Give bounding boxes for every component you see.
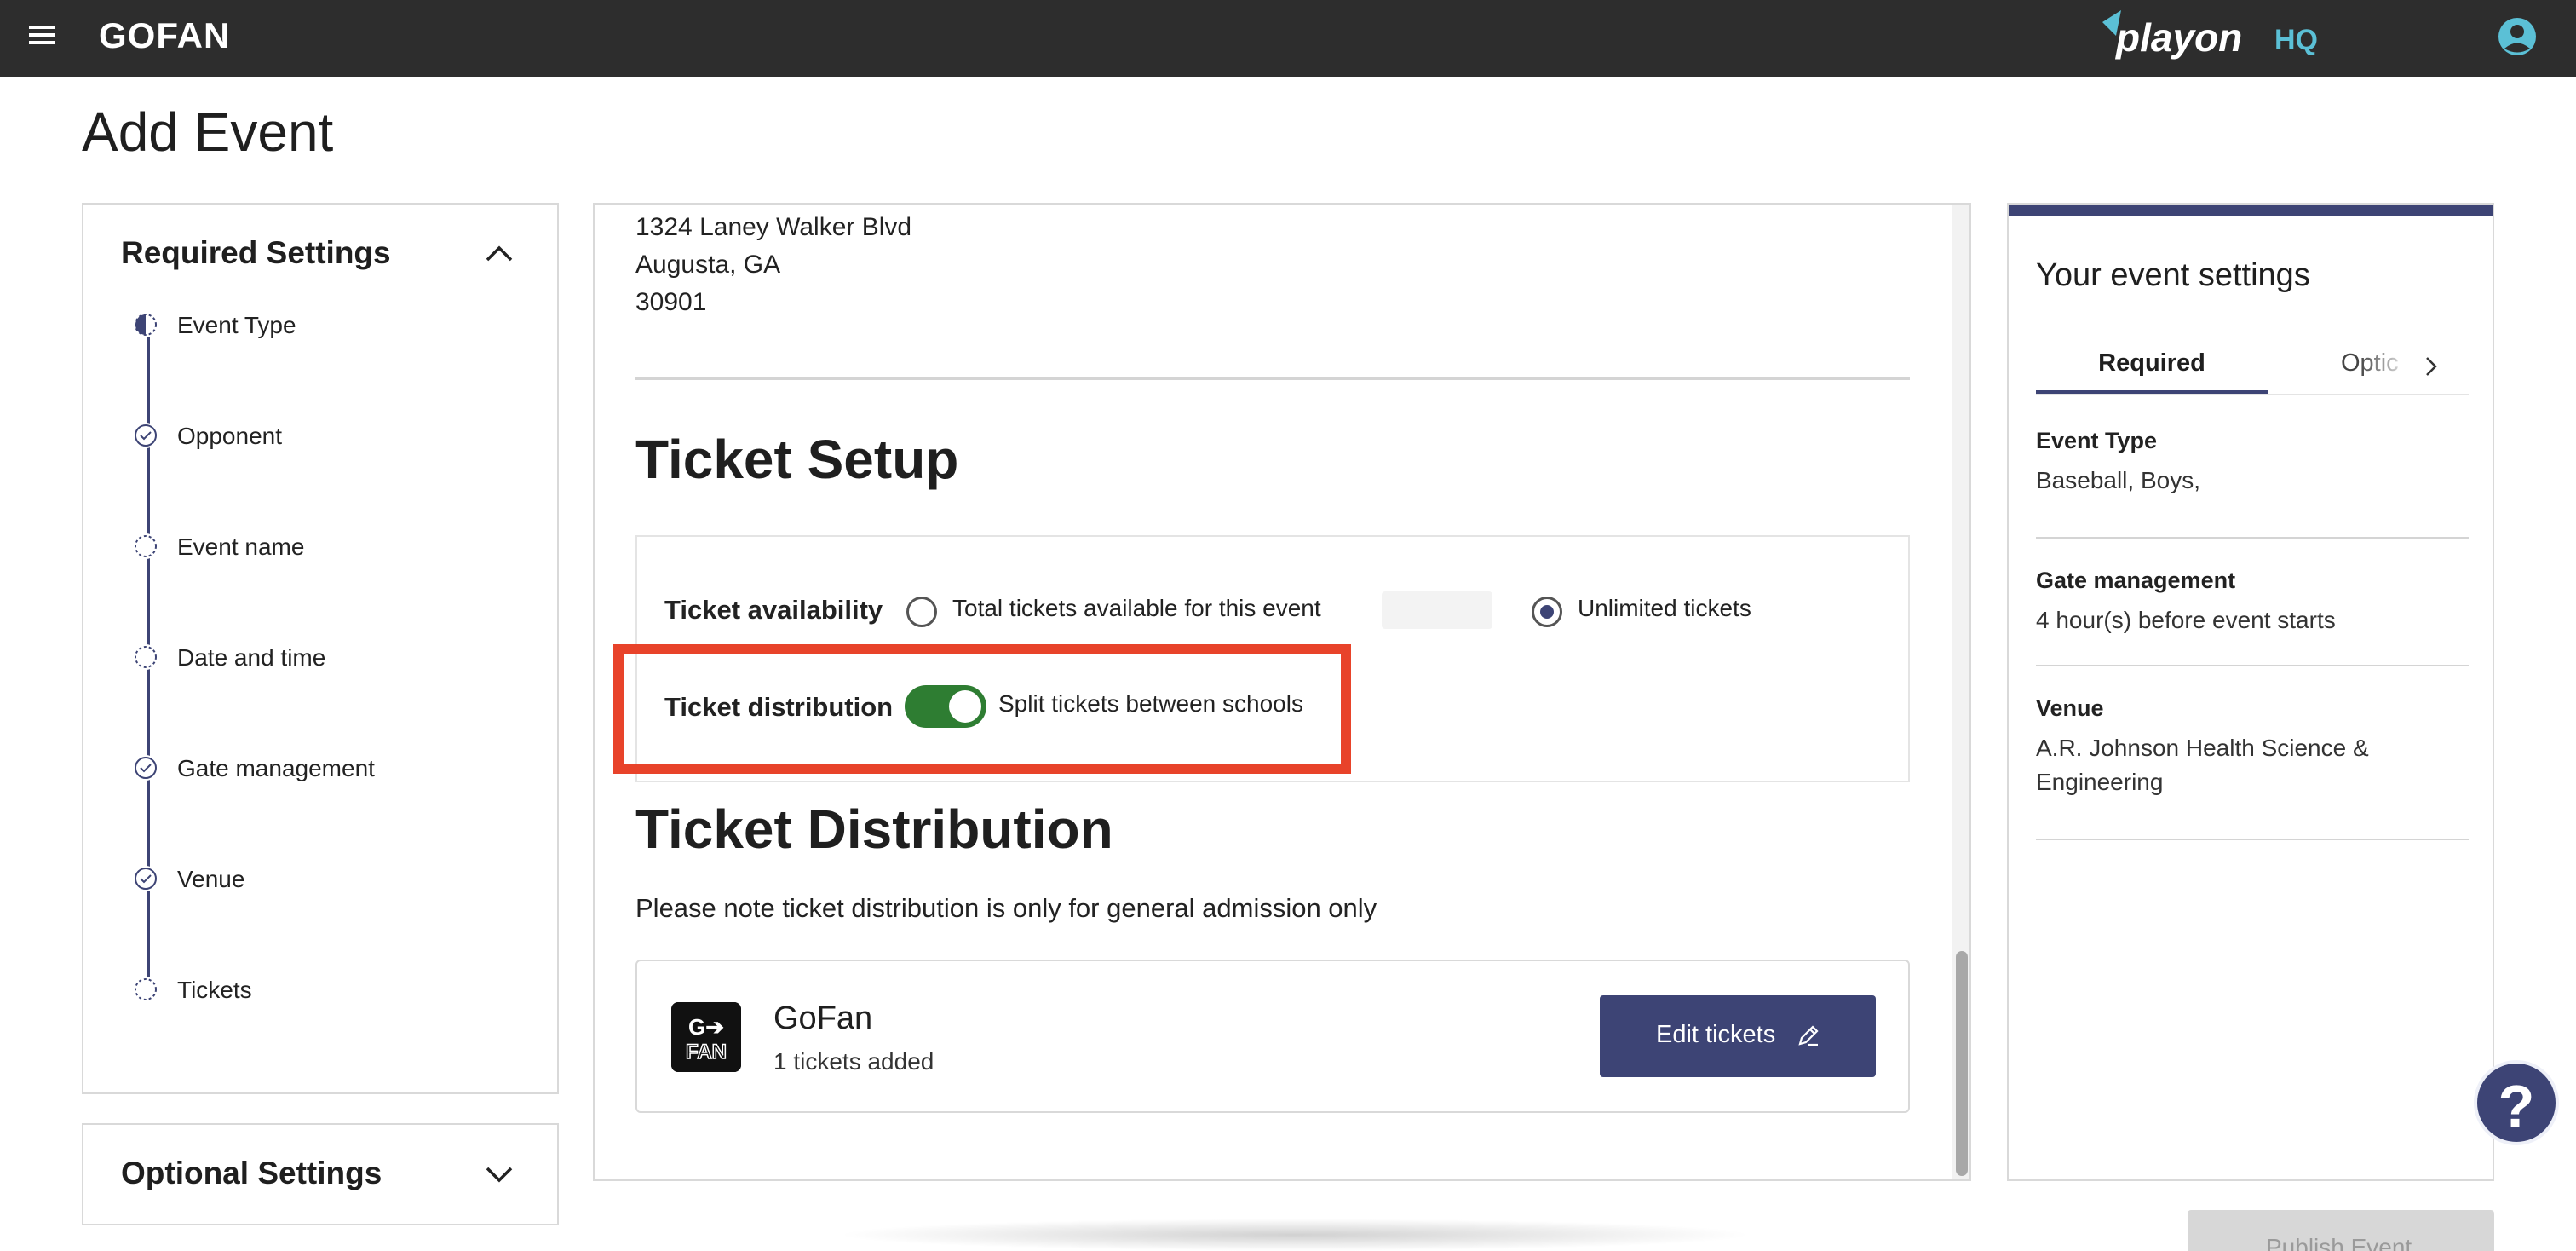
total-tickets-radio[interactable] <box>906 597 937 627</box>
publish-event-label: Publish Event <box>2266 1234 2412 1251</box>
brand-logo[interactable]: GOFAN <box>99 15 230 56</box>
unlimited-tickets-option-label[interactable]: Unlimited tickets <box>1578 595 1751 622</box>
pencil-icon <box>1798 1025 1819 1046</box>
summary-gate-heading: Gate management <box>2036 568 2236 593</box>
dashed-circle-icon <box>133 977 158 1002</box>
summary-event-type-value: Baseball, Boys, <box>2036 467 2200 493</box>
ticket-distribution-heading: Ticket Distribution <box>635 798 1113 860</box>
venue-address-line2: Augusta, GA <box>635 251 781 279</box>
event-form-panel: 1324 Laney Walker Blvd Augusta, GA 30901… <box>593 203 1971 1181</box>
step-label: Tickets <box>177 977 252 1003</box>
event-settings-summary: Your event settings Required Optic Event… <box>2007 203 2494 1181</box>
playon-logo-text: playon <box>2114 15 2242 60</box>
publish-event-button[interactable]: Publish Event <box>2188 1210 2494 1251</box>
step-label: Event name <box>177 533 305 560</box>
summary-divider <box>2036 537 2469 539</box>
tickets-added-count: 1 tickets added <box>773 1048 934 1075</box>
playon-logo-suffix: HQ <box>2274 24 2318 56</box>
menu-icon[interactable] <box>27 22 58 53</box>
dashed-circle-icon <box>133 644 158 670</box>
step-label: Opponent <box>177 423 282 449</box>
half-filled-circle-icon <box>133 312 158 337</box>
help-button[interactable]: ? <box>2474 1060 2559 1145</box>
summary-gate-value: 4 hour(s) before event starts <box>2036 607 2336 633</box>
total-tickets-input[interactable] <box>1382 591 1492 629</box>
dashed-circle-icon <box>133 533 158 559</box>
summary-venue-heading: Venue <box>2036 695 2104 721</box>
ticket-distribution-note: Please note ticket distribution is only … <box>635 893 1377 923</box>
scrollbar-thumb[interactable] <box>1956 951 1968 1176</box>
distribution-name: GoFan <box>773 1000 873 1036</box>
unlimited-tickets-radio[interactable] <box>1532 597 1562 627</box>
check-circle-icon <box>133 866 158 891</box>
step-label: Gate management <box>177 755 375 781</box>
summary-accent-bar <box>2009 205 2493 216</box>
summary-event-type-heading: Event Type <box>2036 428 2158 453</box>
playon-hq-logo: playon HQ <box>2102 10 2318 60</box>
edit-tickets-button[interactable]: Edit tickets <box>1600 995 1876 1077</box>
page-title: Add Event <box>82 101 334 163</box>
tab-divider <box>2036 394 2469 395</box>
ticket-setup-heading: Ticket Setup <box>635 429 959 490</box>
tab-fade-overlay <box>2360 341 2411 392</box>
venue-address-zip: 30901 <box>635 288 707 316</box>
summary-divider <box>2036 665 2469 666</box>
step-label: Venue <box>177 866 245 892</box>
ticket-availability-label: Ticket availability <box>664 595 883 625</box>
check-circle-icon <box>133 755 158 781</box>
top-bar: GOFAN playon HQ <box>0 0 2576 77</box>
check-circle-icon <box>133 423 158 448</box>
svg-text:FAN: FAN <box>686 1041 727 1064</box>
section-divider <box>635 377 1910 380</box>
optional-settings-panel[interactable]: Optional Settings <box>82 1123 559 1225</box>
required-settings-panel: Required Settings Event Type Opponent Ev… <box>82 203 559 1094</box>
highlight-box <box>613 644 1351 774</box>
scrollbar-track[interactable] <box>1952 205 1969 1179</box>
optional-settings-title: Optional Settings <box>121 1156 382 1190</box>
summary-title: Your event settings <box>2036 257 2310 293</box>
chevron-up-icon[interactable] <box>482 237 516 271</box>
total-tickets-option-label[interactable]: Total tickets available for this event <box>952 595 1321 622</box>
summary-divider <box>2036 839 2469 840</box>
chevron-right-icon[interactable] <box>2414 349 2448 383</box>
bottom-shadow <box>835 1219 1755 1251</box>
account-icon[interactable] <box>2496 15 2539 58</box>
summary-venue-value: A.R. Johnson Health Science & Engineerin… <box>2036 735 2369 795</box>
edit-tickets-label: Edit tickets <box>1656 1021 1776 1048</box>
venue-address-line1: 1324 Laney Walker Blvd <box>635 213 912 241</box>
required-settings-title: Required Settings <box>121 235 391 270</box>
ticket-distribution-card: G➔ FAN GoFan 1 tickets added Edit ticket… <box>635 960 1910 1113</box>
chevron-down-icon[interactable] <box>482 1157 516 1191</box>
tab-required[interactable]: Required <box>2036 349 2268 378</box>
svg-text:G➔: G➔ <box>688 1014 724 1040</box>
step-label: Date and time <box>177 644 326 671</box>
gofan-logo-icon: G➔ FAN <box>671 1002 741 1072</box>
step-label: Event Type <box>177 312 296 338</box>
